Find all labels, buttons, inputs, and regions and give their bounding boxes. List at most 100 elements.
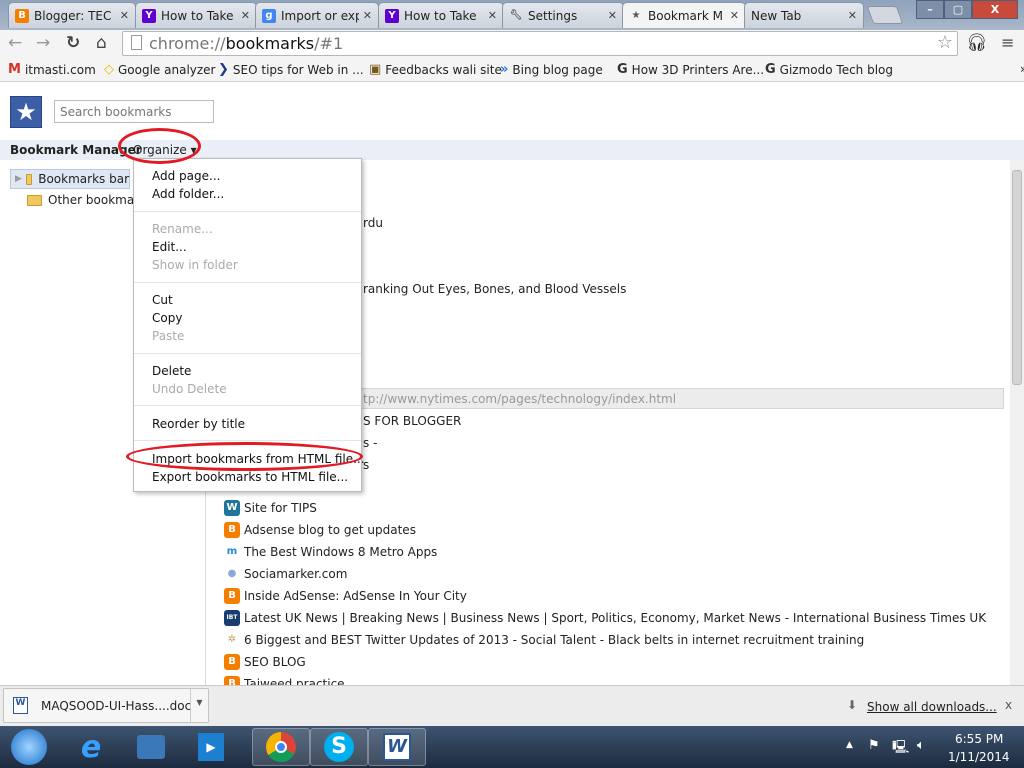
tab-title: How to Take: [404, 8, 477, 23]
close-tab-icon[interactable]: ✕: [363, 9, 372, 22]
download-arrow-icon: ⬇: [847, 698, 858, 712]
list-item[interactable]: IBT Latest UK News | Breaking News | Busi…: [224, 607, 986, 629]
tab-4[interactable]: 🔧︎ Settings ✕: [502, 2, 624, 28]
bookmark-label: Feedbacks wali site: [385, 62, 502, 77]
bookmark-bar-item[interactable]: G Gizmodo Tech blog: [765, 62, 893, 77]
list-item[interactable]: s -: [363, 436, 377, 450]
clock-time[interactable]: 6:55 PM: [955, 732, 1003, 746]
bookmark-favicon-icon: ▣: [369, 62, 382, 77]
bookmark-bar-item[interactable]: ▣ Feedbacks wali site: [369, 62, 502, 77]
home-button[interactable]: ⌂: [96, 33, 107, 53]
menu-item-reorder-by-title[interactable]: Reorder by title: [152, 417, 245, 431]
close-tab-icon[interactable]: ✕: [730, 9, 739, 22]
download-menu-arrow[interactable]: ▼: [190, 689, 208, 722]
bookmarks-overflow-button[interactable]: »: [1020, 62, 1024, 76]
url-text[interactable]: tp://www.nytimes.com/pages/technology/in…: [363, 392, 676, 406]
close-tab-icon[interactable]: ✕: [608, 9, 617, 22]
download-item[interactable]: W MAQSOOD-UI-Hass....doc ▼: [3, 688, 209, 723]
bookmark-star-icon[interactable]: ☆: [937, 32, 953, 53]
menu-separator: [134, 211, 361, 212]
list-item[interactable]: B Adsense blog to get updates: [224, 519, 416, 541]
menu-item-cut[interactable]: Cut: [152, 293, 173, 307]
network-icon[interactable]: 🖳︎: [892, 738, 909, 760]
tab-title: Import or exp: [281, 8, 359, 23]
bookmarks-bar: Mitmasti.com ◇ Google analyzer ❯ SEO tips fo…: [0, 58, 1024, 82]
list-item[interactable]: B Tajweed practice: [224, 673, 345, 685]
maximize-button[interactable]: ▢: [944, 0, 972, 19]
bookmark-bar-item[interactable]: ◇ Google analyzer: [104, 62, 216, 77]
list-item[interactable]: ✲ 6 Biggest and BEST Twitter Updates of 2…: [224, 629, 864, 651]
list-item[interactable]: B Inside AdSense: AdSense In Your City: [224, 585, 467, 607]
internet-explorer-icon[interactable]: e: [62, 728, 120, 766]
close-tab-icon[interactable]: ✕: [488, 9, 497, 22]
tab-title: Settings: [528, 8, 578, 23]
bookmark-favicon-icon: M: [8, 62, 21, 77]
address-bar[interactable]: chrome://bookmarks/#1 ☆: [122, 31, 958, 56]
minimize-button[interactable]: –: [916, 0, 944, 19]
tab-title: New Tab: [751, 8, 802, 23]
bookmark-label: Gizmodo Tech blog: [779, 62, 894, 77]
media-player-icon[interactable]: ▶: [182, 728, 240, 766]
list-item[interactable]: m The Best Windows 8 Metro Apps: [224, 541, 438, 563]
chrome-taskbar-button[interactable]: [252, 728, 310, 766]
bookmark-bar-item[interactable]: ❯ SEO tips for Web in ...: [218, 62, 364, 77]
list-item[interactable]: B SEO BLOG: [224, 651, 306, 673]
list-item-title: Latest UK News | Breaking News | Busines…: [244, 611, 987, 625]
skype-taskbar-button[interactable]: S: [310, 728, 368, 766]
tree-label: Bookmarks bar: [38, 172, 129, 186]
menu-icon[interactable]: ≡: [1001, 33, 1014, 52]
menu-item-add-folder[interactable]: Add folder...: [152, 187, 224, 201]
headphones-icon[interactable]: 🎧︎: [966, 33, 988, 53]
expand-arrow-icon[interactable]: ▶: [15, 174, 22, 184]
sparkle-icon: ✲: [227, 634, 237, 645]
tree-item-bookmarks-bar[interactable]: ▶ Bookmarks bar: [10, 169, 130, 189]
close-tab-icon[interactable]: ✕: [848, 9, 857, 22]
clock-date[interactable]: 1/11/2014: [948, 750, 1010, 764]
bookmark-bar-item[interactable]: G How 3D Printers Are...: [617, 62, 764, 77]
tab-1[interactable]: Y How to Take ✕: [135, 2, 257, 28]
menu-item-export-bookmarks-to-html-file[interactable]: Export bookmarks to HTML file...: [152, 470, 348, 484]
menu-item-add-page[interactable]: Add page...: [152, 169, 220, 183]
tab-6[interactable]: New Tab ✕: [744, 2, 864, 28]
wrench-icon: 🔧︎: [509, 9, 523, 21]
back-button[interactable]: ←: [8, 33, 22, 53]
list-item[interactable]: W Site for TIPS: [224, 497, 317, 519]
close-window-button[interactable]: X: [972, 0, 1018, 19]
forward-button[interactable]: →: [36, 33, 50, 53]
bookmark-label: Bing blog page: [512, 62, 603, 77]
scrollbar-thumb[interactable]: [1012, 170, 1022, 385]
action-center-flag-icon[interactable]: ⚑: [868, 738, 880, 753]
list-item[interactable]: rdu: [363, 216, 383, 230]
search-input[interactable]: [54, 100, 214, 123]
people-icon: ●: [227, 568, 237, 579]
close-downloads-button[interactable]: x: [1005, 698, 1012, 712]
tab-title: Bookmark M: [648, 8, 723, 23]
list-item[interactable]: ranking Out Eyes, Bones, and Blood Vesse…: [363, 282, 626, 296]
show-hidden-icons-button[interactable]: ▲: [846, 740, 853, 750]
show-all-downloads-link[interactable]: Show all downloads...: [867, 700, 997, 714]
file-explorer-icon[interactable]: [122, 728, 180, 766]
bookmark-bar-item[interactable]: » Bing blog page: [500, 62, 603, 77]
start-button[interactable]: [0, 728, 58, 766]
new-tab-button[interactable]: [866, 6, 904, 24]
tab-2[interactable]: g Import or exp ✕: [255, 2, 379, 28]
menu-item-delete[interactable]: Delete: [152, 364, 191, 378]
tab-0[interactable]: B Blogger: TEC ✕: [8, 2, 136, 28]
menu-separator: [134, 440, 361, 441]
blogger-icon: B: [224, 676, 240, 685]
volume-icon[interactable]: 🔈︎: [917, 738, 925, 753]
list-item-title: Tajweed practice: [244, 677, 345, 685]
menu-item-copy[interactable]: Copy: [152, 311, 182, 325]
list-item[interactable]: S FOR BLOGGER: [363, 414, 461, 428]
bookmark-label: How 3D Printers Are...: [631, 62, 765, 77]
tab-3[interactable]: Y How to Take ✕: [378, 2, 504, 28]
menu-item-edit[interactable]: Edit...: [152, 240, 187, 254]
close-tab-icon[interactable]: ✕: [120, 9, 129, 22]
page-icon: [131, 35, 142, 50]
list-item[interactable]: ● Sociamarker.com: [224, 563, 348, 585]
word-taskbar-button[interactable]: W: [368, 728, 426, 766]
close-tab-icon[interactable]: ✕: [241, 9, 250, 22]
tab-5[interactable]: ★ Bookmark M ✕: [622, 2, 746, 28]
reload-button[interactable]: ↻: [66, 33, 80, 53]
bookmark-bar-item[interactable]: Mitmasti.com: [8, 62, 96, 77]
